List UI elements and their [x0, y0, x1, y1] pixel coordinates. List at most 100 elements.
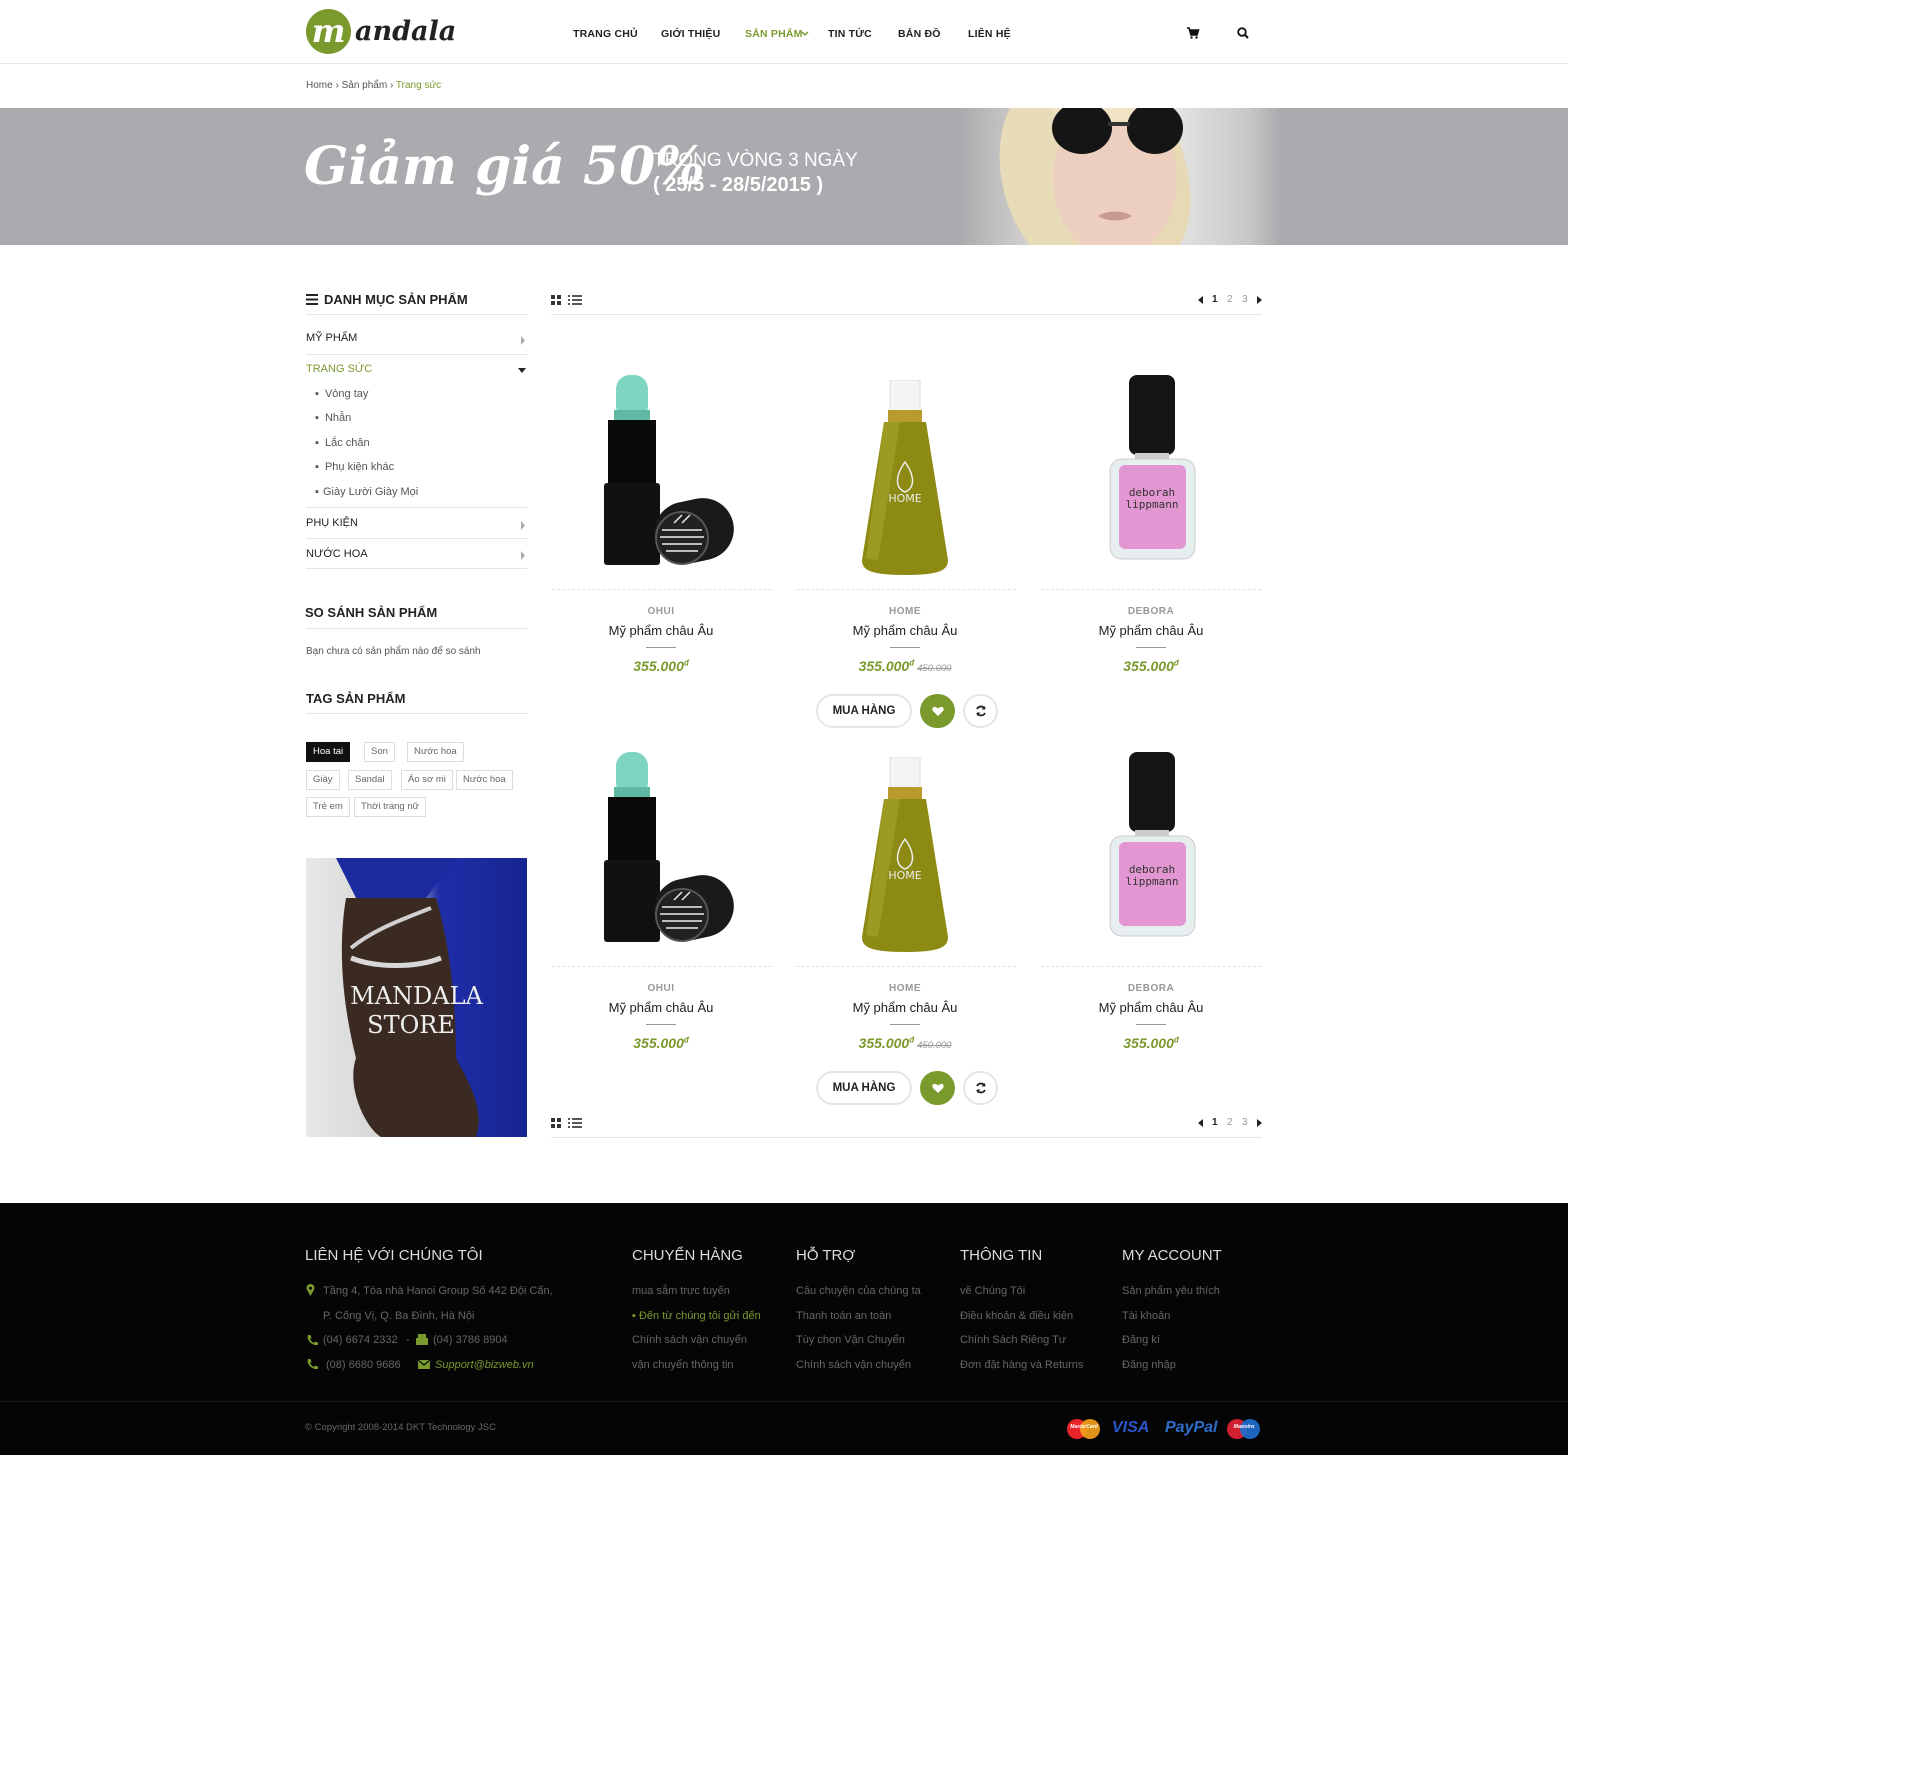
- page-2[interactable]: 2: [1227, 294, 1233, 305]
- subcategory-item[interactable]: ▪ Giày Lười Giày Mọi: [315, 486, 418, 498]
- tag-chip[interactable]: Áo sơ mi: [401, 770, 453, 790]
- buy-button[interactable]: MUA HÀNG: [816, 694, 912, 728]
- list-view-icon[interactable]: [568, 1118, 582, 1128]
- product-name[interactable]: Mỹ phẩm châu Âu: [795, 623, 1015, 638]
- footer-link[interactable]: mua sắm trực tuyến: [632, 1285, 730, 1297]
- price-currency: đ: [1173, 658, 1179, 668]
- footer-link-active[interactable]: ▪ Đến từ chúng tôi gửi đến: [632, 1310, 761, 1322]
- page-1[interactable]: 1: [1212, 294, 1218, 305]
- footer-link[interactable]: Chính sách vận chuyển: [632, 1334, 747, 1346]
- subcategory-item[interactable]: ▪ Nhẫn: [315, 412, 351, 424]
- category-trang-suc[interactable]: TRANG SỨC: [306, 363, 372, 375]
- footer-link[interactable]: Thanh toán an toàn: [796, 1310, 891, 1322]
- footer-phone-2[interactable]: (08) 6680 9686: [326, 1359, 401, 1371]
- subcategory-item[interactable]: ▪ Vòng tay: [315, 388, 368, 400]
- compare-button[interactable]: [963, 694, 998, 728]
- envelope-icon: [418, 1360, 430, 1369]
- footer-link[interactable]: Sản phẩm yêu thích: [1122, 1285, 1220, 1297]
- footer-link[interactable]: Chính Sách Riêng Tư: [960, 1334, 1066, 1346]
- footer-link[interactable]: Đơn đặt hàng và Returns: [960, 1359, 1083, 1371]
- nav-map[interactable]: BẢN ĐỒ: [898, 28, 941, 40]
- tags-title: TAG SẢN PHẨM: [306, 691, 406, 706]
- page-2[interactable]: 2: [1227, 1117, 1233, 1128]
- category-my-pham[interactable]: MỸ PHẨM: [306, 332, 357, 344]
- store-promo-banner[interactable]: MANDALA STORE: [306, 858, 527, 1137]
- list-view-icon[interactable]: [568, 295, 582, 305]
- page-3[interactable]: 3: [1242, 1117, 1248, 1128]
- tag-chip[interactable]: Son: [364, 742, 395, 762]
- product-name[interactable]: Mỹ phẩm châu Âu: [551, 1000, 771, 1015]
- oil-bottle-image[interactable]: HOME: [860, 757, 950, 962]
- footer-link[interactable]: về Chúng Tôi: [960, 1285, 1025, 1297]
- footer-col-title: CHUYỂN HÀNG: [632, 1247, 743, 1264]
- footer-link[interactable]: Chính sách vận chuyển: [796, 1359, 911, 1371]
- footer-link[interactable]: Điều khoản & điều kiện: [960, 1310, 1073, 1322]
- footer-link[interactable]: Tùy chọn Vận Chuyển: [796, 1334, 905, 1346]
- divider: [890, 1024, 920, 1025]
- footer-link[interactable]: vận chuyển thông tin: [632, 1359, 734, 1371]
- grid-view-icon[interactable]: [551, 1118, 561, 1128]
- grid-view-icon[interactable]: [551, 295, 561, 305]
- subcategory-item[interactable]: ▪ Phụ kiện khác: [315, 461, 394, 473]
- search-icon[interactable]: [1236, 26, 1250, 40]
- cart-icon[interactable]: [1186, 26, 1200, 40]
- next-page-icon[interactable]: [1257, 296, 1262, 304]
- category-phu-kien[interactable]: PHỤ KIỆN: [306, 517, 358, 529]
- product-brand: DEBORA: [1127, 983, 1175, 994]
- product-price: 355.000đ: [1041, 658, 1261, 674]
- nail-polish-image[interactable]: deborah lippmann: [1105, 375, 1200, 565]
- nail-polish-image[interactable]: deborah lippmann: [1105, 752, 1200, 942]
- nav-news[interactable]: TIN TỨC: [828, 28, 872, 40]
- prev-page-icon[interactable]: [1198, 1119, 1203, 1127]
- lipstick-image[interactable]: [590, 375, 740, 570]
- caret-down-icon[interactable]: [518, 368, 526, 373]
- map-marker-icon: [306, 1284, 315, 1296]
- page-1[interactable]: 1: [1212, 1117, 1218, 1128]
- page-3[interactable]: 3: [1242, 294, 1248, 305]
- compare-button[interactable]: [963, 1071, 998, 1105]
- tag-chip[interactable]: Trẻ em: [306, 797, 350, 817]
- product-name[interactable]: Mỹ phẩm châu Âu: [551, 623, 771, 638]
- footer-link[interactable]: Câu chuyện của chúng ta: [796, 1285, 921, 1297]
- footer-address-1: Tầng 4, Tòa nhà Hanoi Group Số 442 Đội C…: [323, 1285, 553, 1297]
- tag-chip[interactable]: Thời trang nữ: [354, 797, 427, 817]
- wishlist-button[interactable]: [920, 1071, 955, 1105]
- maestro-text: Maestro: [1233, 1424, 1255, 1430]
- heart-icon: [931, 706, 944, 716]
- site-logo[interactable]: m andala: [306, 8, 456, 54]
- wishlist-button[interactable]: [920, 694, 955, 728]
- oil-bottle-image[interactable]: HOME: [860, 380, 950, 585]
- footer-phone-1[interactable]: (04) 6674 2332: [323, 1334, 398, 1346]
- product-name[interactable]: Mỹ phẩm châu Âu: [1041, 1000, 1261, 1015]
- footer-link[interactable]: Đăng kí: [1122, 1334, 1160, 1346]
- next-page-icon[interactable]: [1257, 1119, 1262, 1127]
- caret-right-icon[interactable]: [520, 551, 526, 560]
- footer-link[interactable]: Tài khoản: [1122, 1310, 1170, 1322]
- category-nuoc-hoa[interactable]: NƯỚC HOA: [306, 548, 368, 560]
- price-value: 355.000: [1123, 658, 1174, 674]
- price-currency: đ: [683, 1035, 689, 1045]
- breadcrumb-home[interactable]: Home: [306, 80, 333, 91]
- tag-chip[interactable]: Nước hoa: [456, 770, 513, 790]
- nav-contact[interactable]: LIÊN HỆ: [968, 28, 1011, 40]
- price-currency: đ: [909, 1035, 915, 1045]
- divider: [890, 647, 920, 648]
- nav-home[interactable]: TRANG CHỦ: [573, 28, 638, 40]
- subcategory-item[interactable]: ▪ Lắc chân: [315, 437, 370, 449]
- tag-chip[interactable]: Sandal: [348, 770, 392, 790]
- tag-chip[interactable]: Nước hoa: [407, 742, 464, 762]
- lipstick-image[interactable]: [590, 752, 740, 947]
- tag-chip[interactable]: Giày: [306, 770, 340, 790]
- product-name[interactable]: Mỹ phẩm châu Âu: [1041, 623, 1261, 638]
- footer-link[interactable]: Đăng nhập: [1122, 1359, 1176, 1371]
- nav-products[interactable]: SẢN PHẨM: [745, 28, 803, 40]
- tag-chip[interactable]: Hoa tai: [306, 742, 351, 762]
- footer-email[interactable]: Support@bizweb.vn: [435, 1359, 534, 1371]
- nav-about[interactable]: GIỚI THIỆU: [661, 28, 720, 40]
- buy-button[interactable]: MUA HÀNG: [816, 1071, 912, 1105]
- breadcrumb-products[interactable]: Sản phẩm: [342, 80, 388, 91]
- prev-page-icon[interactable]: [1198, 296, 1203, 304]
- product-name[interactable]: Mỹ phẩm châu Âu: [795, 1000, 1015, 1015]
- caret-right-icon[interactable]: [520, 521, 526, 530]
- caret-right-icon[interactable]: [520, 336, 526, 345]
